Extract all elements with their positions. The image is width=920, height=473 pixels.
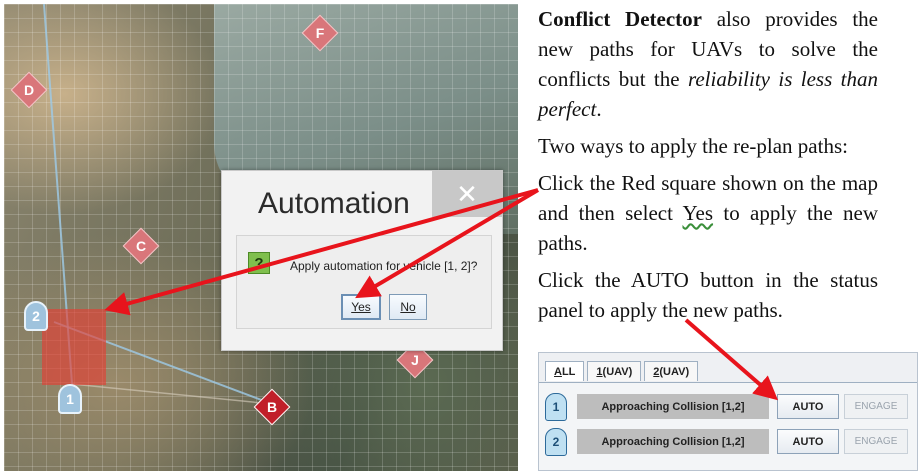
dialog-title: Automation: [258, 187, 410, 220]
status-row-uav-1: 1 Approaching Collision [1,2] AUTO ENGAG…: [543, 391, 915, 421]
collision-alert: Approaching Collision [1,2]: [577, 394, 769, 419]
no-button[interactable]: No: [389, 294, 427, 320]
explanation-text: Conflict Detector also provides the new …: [538, 4, 878, 332]
conflict-red-square[interactable]: [42, 309, 106, 385]
dialog-body: ? Apply automation for vehicle [1, 2]? Y…: [236, 235, 492, 329]
close-button[interactable]: ✕: [432, 171, 502, 217]
tab-uav-1[interactable]: 1 (UAV): [587, 361, 642, 381]
auto-button[interactable]: AUTO: [777, 429, 839, 454]
close-icon: ✕: [456, 178, 478, 209]
yes-button[interactable]: Yes: [341, 294, 381, 320]
tab-all[interactable]: A LL: [545, 361, 585, 381]
tab-uav-2[interactable]: 2 (UAV): [644, 361, 699, 381]
status-tabs: A LL 1 (UAV) 2 (UAV): [545, 361, 701, 383]
collision-alert: Approaching Collision [1,2]: [577, 429, 769, 454]
uav-2-icon[interactable]: 2: [545, 428, 567, 456]
paragraph-auto-button: Click the AUTO button in the status pane…: [538, 268, 878, 322]
status-row-uav-2: 2 Approaching Collision [1,2] AUTO ENGAG…: [543, 426, 915, 456]
engage-button[interactable]: ENGAGE: [844, 394, 908, 419]
question-icon: ?: [248, 252, 270, 274]
status-panel: A LL 1 (UAV) 2 (UAV) 1 Approaching Collisio…: [538, 352, 918, 471]
paragraph-conflict-detector: Conflict Detector also provides the new …: [538, 7, 878, 121]
route-line-secondary: [71, 383, 273, 405]
status-body: 1 Approaching Collision [1,2] AUTO ENGAG…: [539, 382, 917, 470]
uav-marker-2[interactable]: 2: [24, 301, 48, 331]
paragraph-two-ways: Two ways to apply the re-plan paths:: [538, 134, 848, 158]
engage-button[interactable]: ENGAGE: [844, 429, 908, 454]
automation-dialog: Automation ✕ ? Apply automation for vehi…: [221, 170, 503, 351]
auto-button[interactable]: AUTO: [777, 394, 839, 419]
uav-1-icon[interactable]: 1: [545, 393, 567, 421]
paragraph-red-square: Click the Red square shown on the map an…: [538, 171, 878, 255]
dialog-message: Apply automation for vehicle [1, 2]?: [290, 259, 478, 273]
uav-marker-1[interactable]: 1: [58, 384, 82, 414]
